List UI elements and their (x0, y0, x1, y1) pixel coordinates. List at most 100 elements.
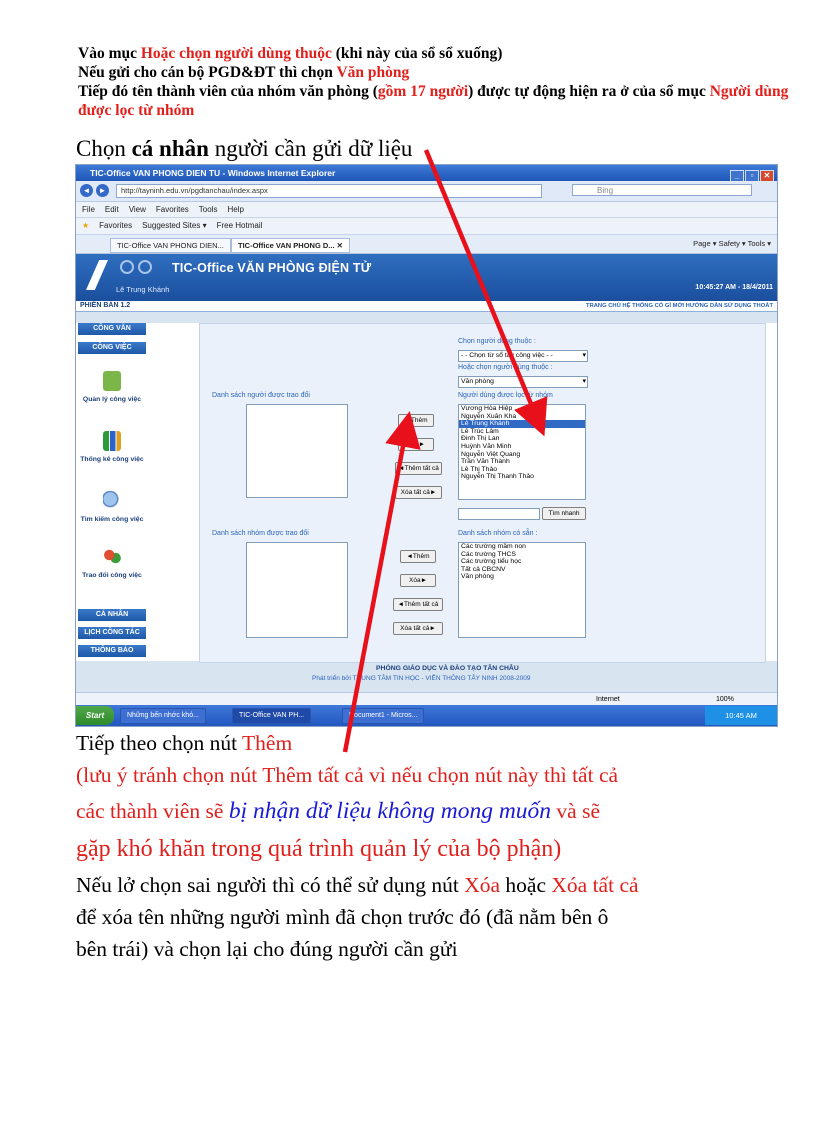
body-line-3: các thành viên sẽ bị nhận dữ liệu không … (76, 798, 600, 824)
menu-file[interactable]: File (82, 205, 95, 214)
footer-dev: Phát triển bởi TRUNG TÂM TIN HỌC - VIỄN … (312, 675, 531, 682)
loc-label: Người dùng được lọc từ nhóm (458, 392, 553, 399)
user-option[interactable]: Lê Trúc Lâm (459, 428, 585, 436)
user-name: Lê Trung Khánh (116, 285, 170, 294)
chon-nguoi-label: Chọn người dùng thuộc : (458, 338, 536, 345)
nhom-select[interactable]: Văn phòng (458, 376, 588, 388)
favorites-button[interactable]: Favorites (99, 221, 132, 230)
xoa-tat-ca-group-button[interactable]: Xóa tất cả► (393, 622, 443, 635)
menu-help[interactable]: Help (227, 205, 243, 214)
sidebar-lich-cong-tac[interactable]: LỊCH CÔNG TÁC (78, 627, 146, 639)
menu-tools[interactable]: Tools (199, 205, 218, 214)
search-input[interactable]: Bing (572, 184, 752, 196)
task-3[interactable]: Document1 - Micros... (342, 708, 425, 724)
user-option[interactable]: Nguyễn Xuân Kha (459, 413, 585, 421)
body-line-7: bên trái) và chọn lại cho đúng người cần… (76, 937, 458, 961)
command-bar[interactable]: Page ▾ Safety ▾ Tools ▾ (693, 239, 771, 248)
them-tat-ca-group-button[interactable]: ◄Thêm tất cả (393, 598, 443, 611)
exchange-groups-list[interactable] (246, 542, 348, 638)
exchange-people-list[interactable] (246, 404, 348, 498)
user-option-selected[interactable]: Lê Trung Khánh (459, 420, 585, 428)
user-option[interactable]: Nguyễn Thị Thanh Thảo (459, 473, 585, 481)
user-option[interactable]: Trần Văn Thành (459, 458, 585, 466)
pick-instruction: Chọn cá nhân người cần gửi dữ liệu (76, 136, 413, 161)
them-button[interactable]: ◄Thêm (398, 414, 434, 427)
ds-nguoi-label: Danh sách người được trao đổi (212, 392, 310, 399)
forward-icon[interactable]: ► (96, 184, 109, 197)
sidebar-thong-bao[interactable]: THÔNG BÁO (78, 645, 146, 657)
hoac-chon-label: Hoặc chọn người dùng thuộc : (458, 364, 553, 371)
group-option[interactable]: Các trường tiểu học (459, 558, 585, 566)
group-option[interactable]: Các trường mầm non (459, 543, 585, 551)
intro-line-1: Vào mục Hoặc chọn người dùng thuộc (khi … (78, 45, 503, 62)
ds-nhom-label: Danh sách nhóm được trao đổi (212, 530, 309, 537)
available-groups-list[interactable]: Các trường mầm non Các trường THCS Các t… (458, 542, 586, 638)
xoa-tat-ca-button[interactable]: Xóa tất cả► (395, 486, 442, 499)
sidebar-cong-viec[interactable]: CÔNG VIỆC (78, 342, 146, 354)
quick-search-input[interactable] (458, 508, 540, 520)
menu-favorites[interactable]: Favorites (156, 205, 189, 214)
clock-display: 10:45:27 AM - 18/4/2011 (695, 284, 773, 291)
start-button[interactable]: Start (76, 706, 114, 725)
task-1[interactable]: Những bến nhớc khó... (120, 708, 206, 724)
them-tat-ca-button[interactable]: ◄Thêm tất cả (395, 462, 442, 475)
body-line-6: để xóa tên những người mình đã chọn trướ… (76, 905, 609, 929)
menu-view[interactable]: View (129, 205, 146, 214)
group-option[interactable]: Tất cả CBCNV (459, 566, 585, 574)
taskbar-clock: 10:45 AM (705, 706, 777, 725)
exchange-panel: Chọn người dùng thuộc : - - Chọn từ sổ t… (199, 323, 766, 663)
intro-line-2: Nếu gửi cho cán bộ PGD&ĐT thì chọn Văn p… (78, 64, 410, 81)
task-2[interactable]: TIC-Office VAN PH... (232, 708, 312, 724)
back-icon[interactable]: ◄ (80, 184, 93, 197)
logo-icon (86, 260, 108, 290)
address-bar: ◄ ► http://tayninh.edu.vn/pgdtanchau/ind… (76, 181, 777, 202)
tab-1[interactable]: TIC-Office VAN PHONG DIEN... (110, 238, 231, 253)
menu-bar: File Edit View Favorites Tools Help (76, 202, 777, 218)
body-line-1: Tiếp theo chọn nút Thêm (76, 731, 293, 755)
intro-line-3: Tiếp đó tên thành viên của nhóm văn phòn… (78, 83, 789, 119)
filtered-users-list[interactable]: Vương Hòa Hiệp Nguyễn Xuân Kha Lê Trung … (458, 404, 586, 500)
bar-chart-icon (103, 431, 121, 451)
user-option[interactable]: Huỳnh Văn Minh (459, 443, 585, 451)
sidebar-item-trao-doi[interactable]: Trao đổi công việc (76, 547, 148, 580)
app-banner: TIC-Office VĂN PHÒNG ĐIỆN TỬ Lê Trung Kh… (76, 254, 777, 301)
group-option[interactable]: Văn phòng (459, 573, 585, 581)
body-line-5: Nếu lở chọn sai người thì có thể sử dụng… (76, 873, 639, 897)
star-icon: ★ (82, 221, 90, 230)
tab-bar: TIC-Office VAN PHONG DIEN... TIC-Office … (76, 235, 777, 254)
xoa-button[interactable]: Xóa► (398, 438, 434, 451)
user-option[interactable]: Đinh Thị Lan (459, 435, 585, 443)
user-option[interactable]: Vương Hòa Hiệp (459, 405, 585, 413)
them-group-button[interactable]: ◄Thêm (400, 550, 436, 563)
sidebar-item-tim-kiem[interactable]: Tìm kiếm công việc (76, 491, 148, 524)
sidebar-item-thong-ke[interactable]: Thống kê công việc (76, 431, 148, 464)
footer-org: PHÒNG GIÁO DỤC VÀ ĐÀO TẠO TÂN CHÂU (376, 665, 519, 672)
so-tay-select[interactable]: - - Chọn từ sổ tay công việc - - (458, 350, 588, 362)
taskbar: Start Những bến nhớc khó... TIC-Office V… (76, 705, 777, 726)
tab-2[interactable]: TIC-Office VAN PHONG D... ✕ (231, 238, 350, 253)
instructions-top: Vào mục Hoặc chọn người dùng thuộc (khi … (78, 44, 798, 120)
sidebar-cong-van[interactable]: CÔNG VĂN (78, 323, 146, 335)
free-hotmail-link[interactable]: Free Hotmail (217, 221, 263, 230)
url-input[interactable]: http://tayninh.edu.vn/pgdtanchau/index.a… (116, 184, 542, 198)
circles-icon (120, 260, 156, 276)
window-titlebar: TIC-Office VAN PHONG DIEN TU - Windows I… (76, 165, 777, 183)
xoa-group-button[interactable]: Xóa► (400, 574, 436, 587)
sidebar: CÔNG VĂN CÔNG VIỆC Quản lý công việc Thố… (76, 323, 148, 661)
menu-edit[interactable]: Edit (105, 205, 119, 214)
embedded-screenshot: TIC-Office VAN PHONG DIEN TU - Windows I… (75, 164, 778, 727)
body-line-4: gặp khó khăn trong quá trình quản lý của… (76, 836, 562, 862)
status-bar: Internet 100% (76, 692, 777, 706)
top-links[interactable]: TRANG CHỦ HỆ THỐNG CÓ GÌ MỚI HƯỚNG DẪN S… (586, 301, 773, 311)
tim-nhanh-button[interactable]: Tìm nhanh (542, 507, 586, 520)
sidebar-ca-nhan[interactable]: CÁ NHÂN (78, 609, 146, 621)
favorites-bar: ★ Favorites Suggested Sites ▾ Free Hotmail (76, 218, 777, 235)
app-name: TIC-Office VĂN PHÒNG ĐIỆN TỬ (172, 261, 372, 275)
nhom-san-label: Danh sách nhóm có sẵn : (458, 530, 538, 537)
version-bar: PHIÊN BẢN 1.2 TRANG CHỦ HỆ THỐNG CÓ GÌ M… (76, 301, 777, 312)
suggested-sites-link[interactable]: Suggested Sites ▾ (142, 221, 207, 230)
version-label: PHIÊN BẢN 1.2 (80, 302, 131, 309)
magnifier-icon (103, 491, 121, 511)
sidebar-item-quan-ly[interactable]: Quản lý công việc (76, 371, 148, 404)
users-icon (103, 547, 121, 567)
